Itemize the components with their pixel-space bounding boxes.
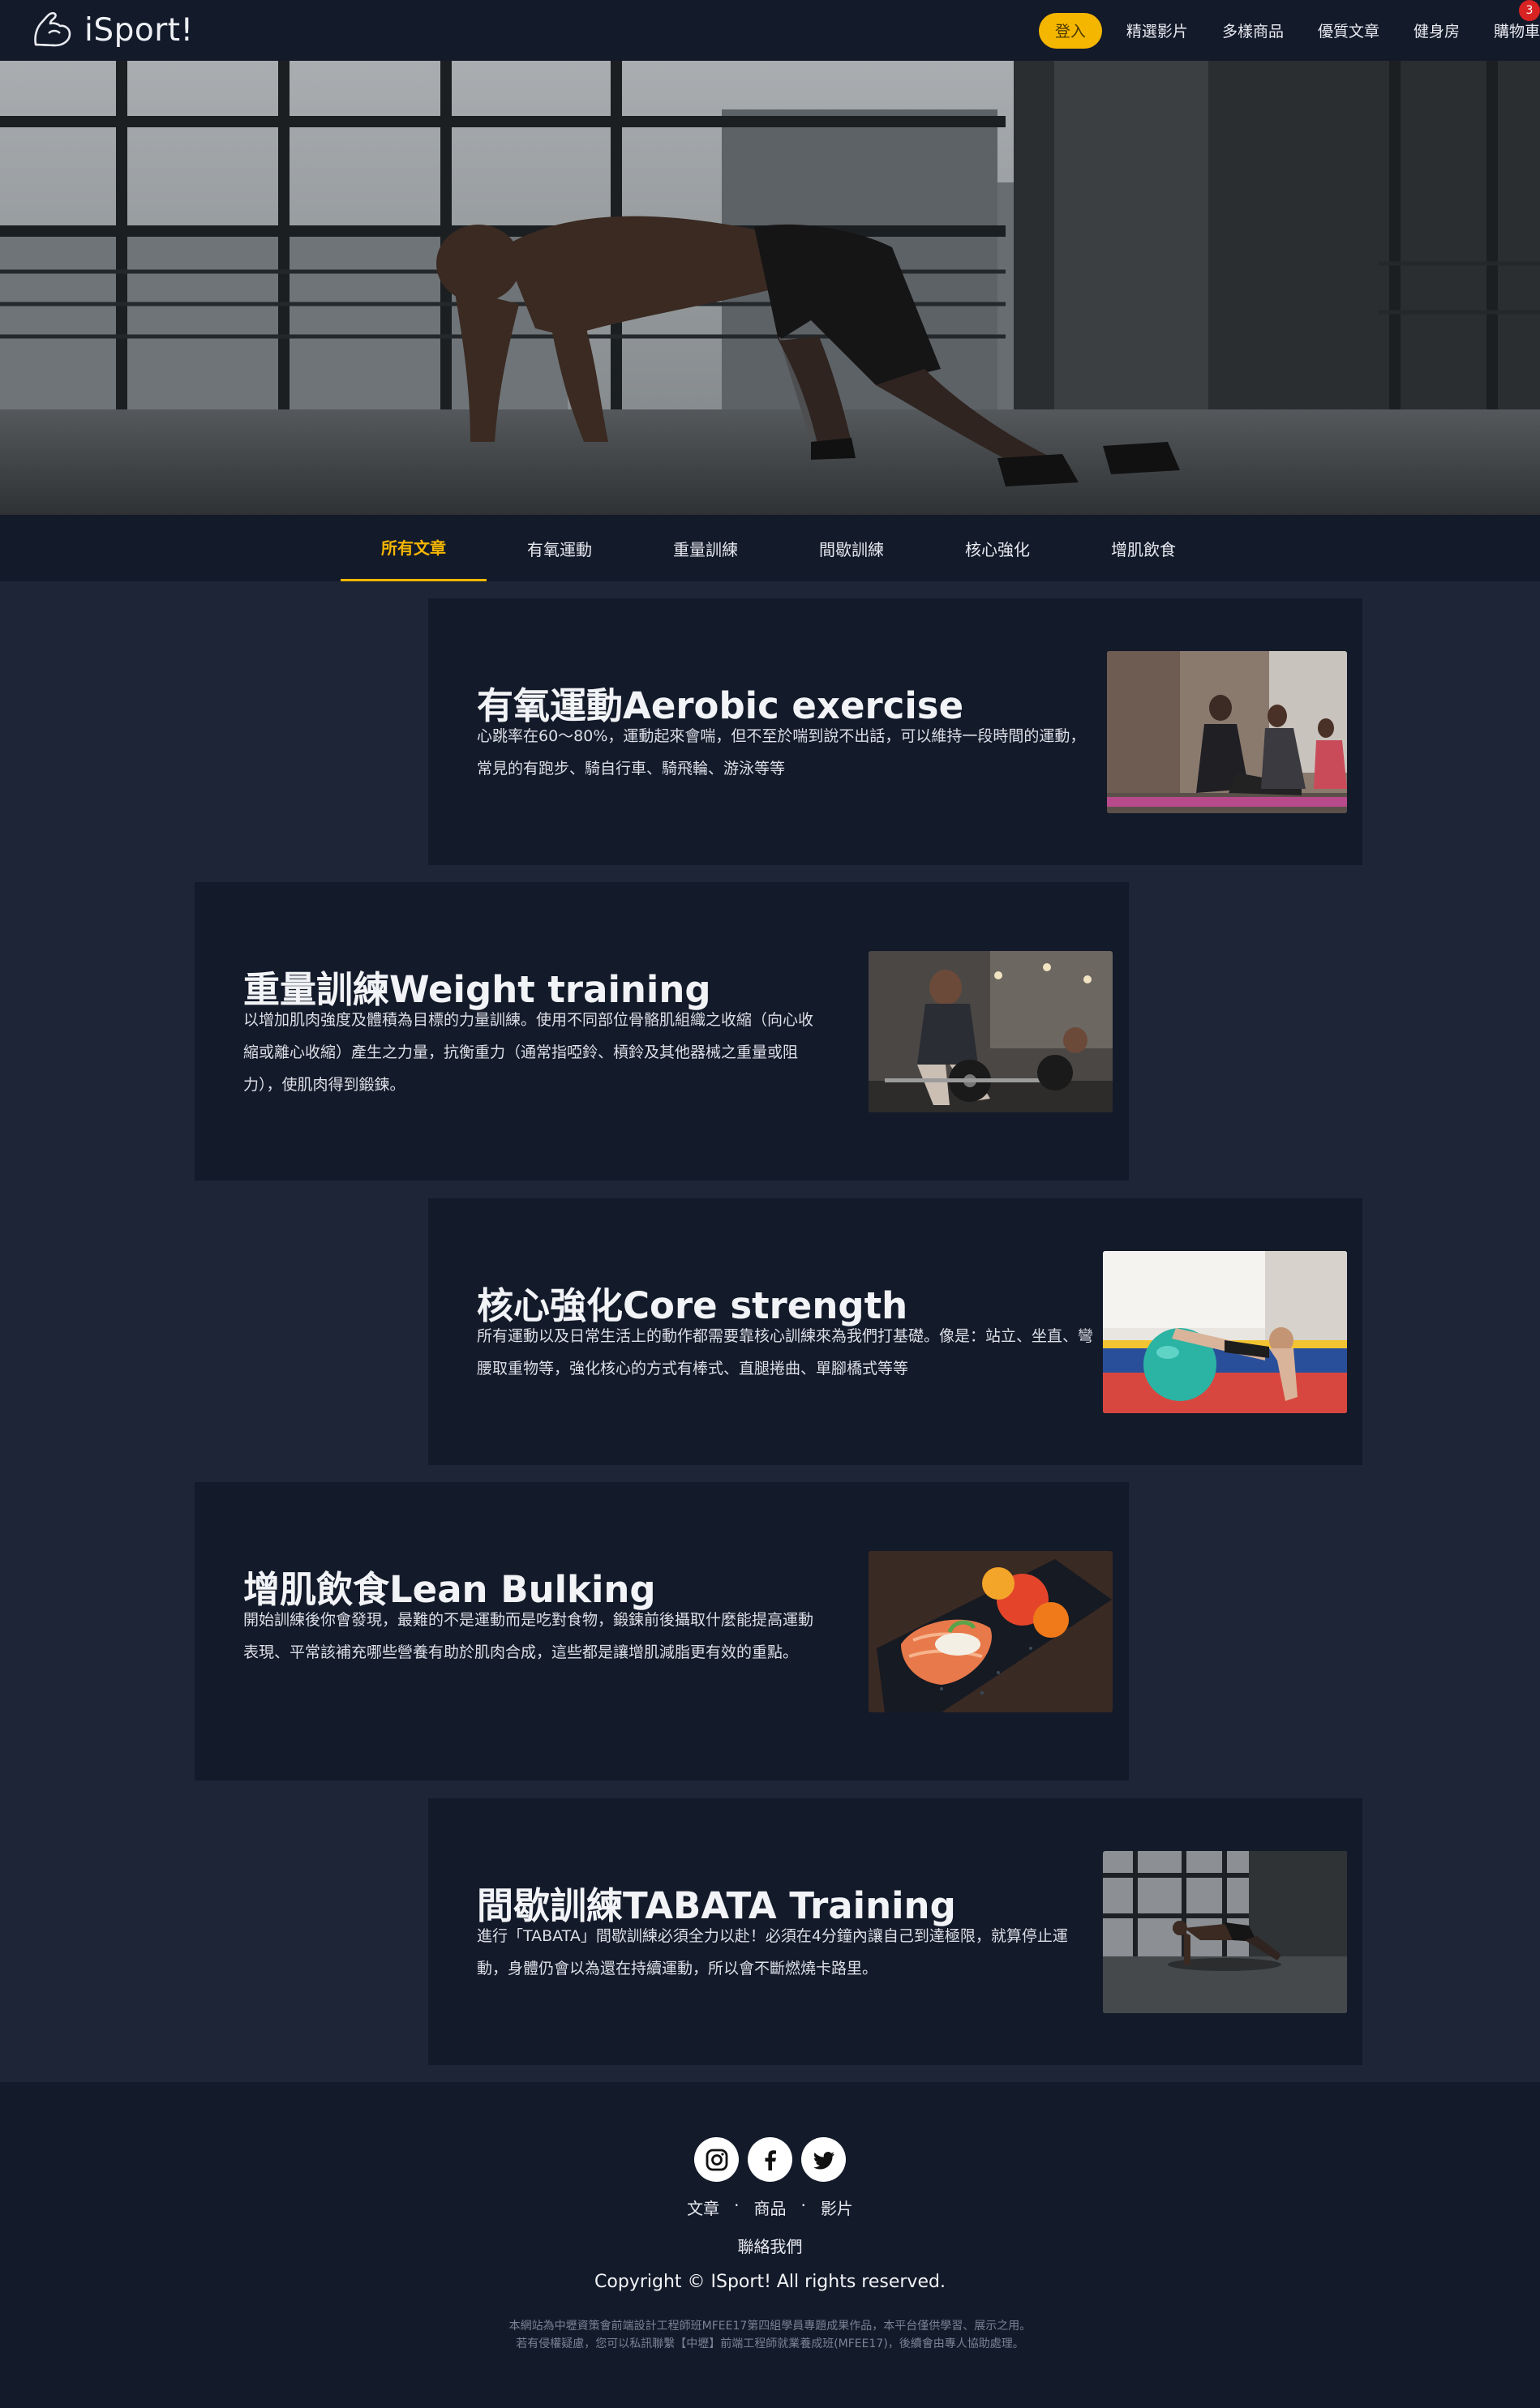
article-description: 心跳率在60～80%，運動起來會喘，但不至於喘到說不出話，可以維持一段時間的運動…: [477, 727, 1086, 778]
tab-core-strength[interactable]: 核心強化: [924, 515, 1070, 581]
article-card-aerobic[interactable]: 有氧運動Aerobic exercise 心跳率在60～80%，運動起來會喘，但…: [428, 598, 1362, 865]
article-image[interactable]: [1107, 651, 1347, 813]
social-links: [0, 2137, 1540, 2182]
salmon-meal-photo: [869, 1551, 1113, 1712]
main-nav: 登入 精選影片 多樣商品 優質文章 健身房 購物車 3: [1038, 0, 1540, 61]
nav-cart[interactable]: 購物車 3: [1493, 0, 1540, 41]
brand-logo[interactable]: iSport!: [31, 9, 194, 51]
footer-separator: ·: [800, 2196, 806, 2215]
article-image[interactable]: [869, 1551, 1113, 1712]
brand-name: iSport!: [84, 11, 194, 49]
footer-link-articles[interactable]: 文章: [687, 2196, 719, 2219]
instagram-icon: [706, 2149, 727, 2170]
nav-featured-videos[interactable]: 精選影片: [1126, 19, 1188, 41]
article-card-tabata[interactable]: 間歇訓練TABATA Training 進行「TABATA」間歇訓練必須全力以赴…: [428, 1798, 1362, 2065]
tab-weight-training[interactable]: 重量訓練: [633, 515, 779, 581]
footer-nav: 文章 · 商品 · 影片: [0, 2196, 1540, 2219]
nav-products[interactable]: 多樣商品: [1222, 19, 1284, 41]
top-navbar: iSport! 登入 精選影片 多樣商品 優質文章 健身房 購物車 3: [0, 0, 1540, 61]
article-image[interactable]: [1103, 1251, 1347, 1413]
article-card-weight-training[interactable]: 重量訓練Weight training 以增加肌肉強度及體積為目標的力量訓練。使…: [195, 882, 1129, 1180]
article-image[interactable]: [869, 951, 1113, 1112]
twitter-button[interactable]: [801, 2137, 846, 2182]
hero-workout-photo: [0, 61, 1540, 515]
footer-link-videos[interactable]: 影片: [821, 2196, 853, 2219]
article-image[interactable]: [1103, 1851, 1347, 2013]
hero-banner: [0, 61, 1540, 515]
flexed-arm-icon: [34, 11, 71, 47]
facebook-icon: [765, 2149, 776, 2170]
tab-interval-training[interactable]: 間歇訓練: [779, 515, 924, 581]
deadlift-photo: [869, 951, 1113, 1112]
nav-cart-label: 購物車: [1493, 23, 1540, 41]
tab-bulking-diet[interactable]: 增肌飲食: [1070, 515, 1216, 581]
cart-count-badge: 3: [1519, 0, 1540, 21]
article-description: 進行「TABATA」間歇訓練必須全力以赴！必須在4分鐘內讓自己到達極限，就算停止…: [477, 1927, 1068, 1977]
yoga-class-photo: [1107, 651, 1347, 813]
footer-link-products[interactable]: 商品: [754, 2196, 787, 2219]
tab-all-articles[interactable]: 所有文章: [341, 515, 487, 581]
stability-ball-photo: [1103, 1251, 1347, 1413]
site-footer: 文章 · 商品 · 影片 聯絡我們 Copyright © ISport! Al…: [0, 2082, 1540, 2408]
login-button[interactable]: 登入: [1038, 12, 1102, 49]
nav-articles[interactable]: 優質文章: [1318, 19, 1379, 41]
disclaimer-text: 本網站為中壢資策會前端設計工程師班MFEE17第四組學員專題成果作品，本平台僅供…: [0, 2317, 1540, 2353]
footer-separator: ·: [734, 2196, 740, 2215]
article-category-tabs: 所有文章 有氧運動 重量訓練 間歇訓練 核心強化 增肌飲食: [0, 515, 1540, 581]
copyright-text: Copyright © ISport! All rights reserved.: [594, 2272, 946, 2292]
contact-us-link[interactable]: 聯絡我們: [0, 2234, 1540, 2257]
disclaimer-line-2: 若有侵權疑慮，您可以私訊聯繫【中壢】前端工程師就業養成班(MFEE17)，後續會…: [516, 2337, 1024, 2350]
tab-aerobic[interactable]: 有氧運動: [487, 515, 633, 581]
nav-gym[interactable]: 健身房: [1413, 19, 1460, 41]
article-card-core-strength[interactable]: 核心強化Core strength 所有運動以及日常生活上的動作都需要靠核心訓練…: [428, 1198, 1362, 1465]
article-card-lean-bulking[interactable]: 增肌飲食Lean Bulking 開始訓練後你會發現，最難的不是運動而是吃對食物…: [195, 1482, 1129, 1780]
article-description: 開始訓練後你會發現，最難的不是運動而是吃對食物，鍛鍊前後攝取什麼能提高運動表現、…: [243, 1611, 814, 1661]
instagram-button[interactable]: [694, 2137, 739, 2182]
article-description: 以增加肌肉強度及體積為目標的力量訓練。使用不同部位骨骼肌組織之收縮（向心收縮或離…: [243, 1011, 814, 1094]
mountain-climber-photo: [1103, 1851, 1347, 2013]
facebook-button[interactable]: [748, 2137, 792, 2182]
disclaimer-line-1: 本網站為中壢資策會前端設計工程師班MFEE17第四組學員專題成果作品，本平台僅供…: [508, 2320, 1032, 2333]
article-description: 所有運動以及日常生活上的動作都需要靠核心訓練來為我們打基礎。像是：站立、坐直、彎…: [477, 1327, 1094, 1378]
twitter-icon: [813, 2151, 834, 2169]
